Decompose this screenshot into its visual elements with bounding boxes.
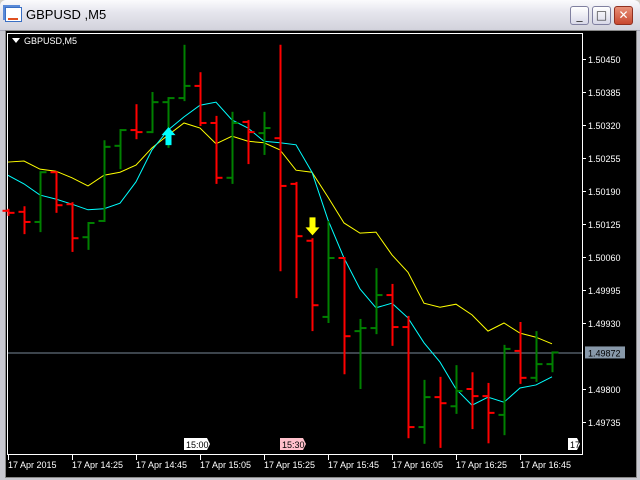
- time-tick-label: 17 Apr 15:25: [264, 460, 315, 470]
- time-tick-label: 17 Apr 14:25: [72, 460, 123, 470]
- ohlc-bar: [258, 111, 271, 155]
- ohlc-bar: [322, 220, 335, 323]
- ohlc-bar: [210, 115, 223, 184]
- ohlc-bar: [82, 221, 95, 250]
- ohlc-bar: [66, 202, 79, 252]
- ohlc-bar: [130, 104, 143, 140]
- ohlc-bar: [146, 92, 159, 134]
- ohlc-bar: [306, 238, 319, 332]
- ohlc-bar: [402, 315, 415, 439]
- ohlc-bar: [370, 268, 383, 335]
- time-marker-label: 17:: [570, 440, 583, 450]
- ohlc-bar: [354, 318, 367, 389]
- ohlc-bar: [338, 257, 351, 375]
- price-tick-label: 1.50060: [588, 253, 621, 263]
- chart-menu-triangle-icon[interactable]: [12, 38, 20, 43]
- price-tick-label: 1.50450: [588, 55, 621, 65]
- time-tick-label: 17 Apr 14:45: [136, 460, 187, 470]
- ohlc-bar: [418, 379, 431, 444]
- price-tick-label: 1.49800: [588, 385, 621, 395]
- ohlc-bar: [290, 181, 303, 299]
- price-tick-label: 1.50125: [588, 220, 621, 230]
- price-tick-label: 1.50385: [588, 88, 621, 98]
- price-tick-label: 1.49995: [588, 286, 621, 296]
- time-tick-label: 17 Apr 16:05: [392, 460, 443, 470]
- time-marker-label: 15:00: [186, 440, 209, 450]
- sell-arrow-icon: [305, 217, 320, 236]
- time-marker-label: 15:30: [282, 440, 305, 450]
- current-price-label: 1.49872: [588, 348, 621, 358]
- ohlc-bar: [498, 344, 511, 436]
- ohlc-bar: [34, 171, 47, 233]
- price-tick-label: 1.50255: [588, 154, 621, 164]
- chart-symbol-label: GBPUSD,M5: [24, 36, 77, 46]
- ohlc-bar: [546, 351, 559, 373]
- price-tick-label: 1.50190: [588, 187, 621, 197]
- ohlc-bar: [274, 44, 287, 272]
- time-tick-label: 17 Apr 16:45: [520, 460, 571, 470]
- price-tick-label: 1.50320: [588, 121, 621, 131]
- chart-window: GBPUSD ,M5 _ □ ✕ GBPUSD,M5 1.50450 1.5038…: [0, 0, 640, 480]
- price-tick-label: 1.49930: [588, 319, 621, 329]
- price-chart[interactable]: GBPUSD,M5 1.50450 1.50385 1.50320 1.50255 1.…: [0, 0, 640, 480]
- ohlc-bar: [114, 129, 127, 170]
- ohlc-bar: [2, 208, 15, 216]
- ohlc-bar: [50, 171, 63, 213]
- ohlc-bar: [98, 140, 111, 222]
- ohlc-bar: [226, 111, 239, 184]
- ohlc-bar: [194, 72, 207, 126]
- time-tick-label: 17 Apr 15:45: [328, 460, 379, 470]
- ohlc-bar: [450, 365, 463, 414]
- ohlc-bar: [178, 44, 191, 102]
- chart-border: [7, 33, 583, 455]
- time-tick-label: 17 Apr 2015: [8, 460, 57, 470]
- time-tick-label: 17 Apr 16:25: [456, 460, 507, 470]
- time-tick-label: 17 Apr 15:05: [200, 460, 251, 470]
- ohlc-bar: [18, 206, 31, 235]
- ohlc-bar: [482, 382, 495, 444]
- price-tick-label: 1.49735: [588, 418, 621, 428]
- ohlc-bar: [386, 283, 399, 346]
- ohlc-bar: [466, 372, 479, 430]
- ohlc-bar: [434, 376, 447, 448]
